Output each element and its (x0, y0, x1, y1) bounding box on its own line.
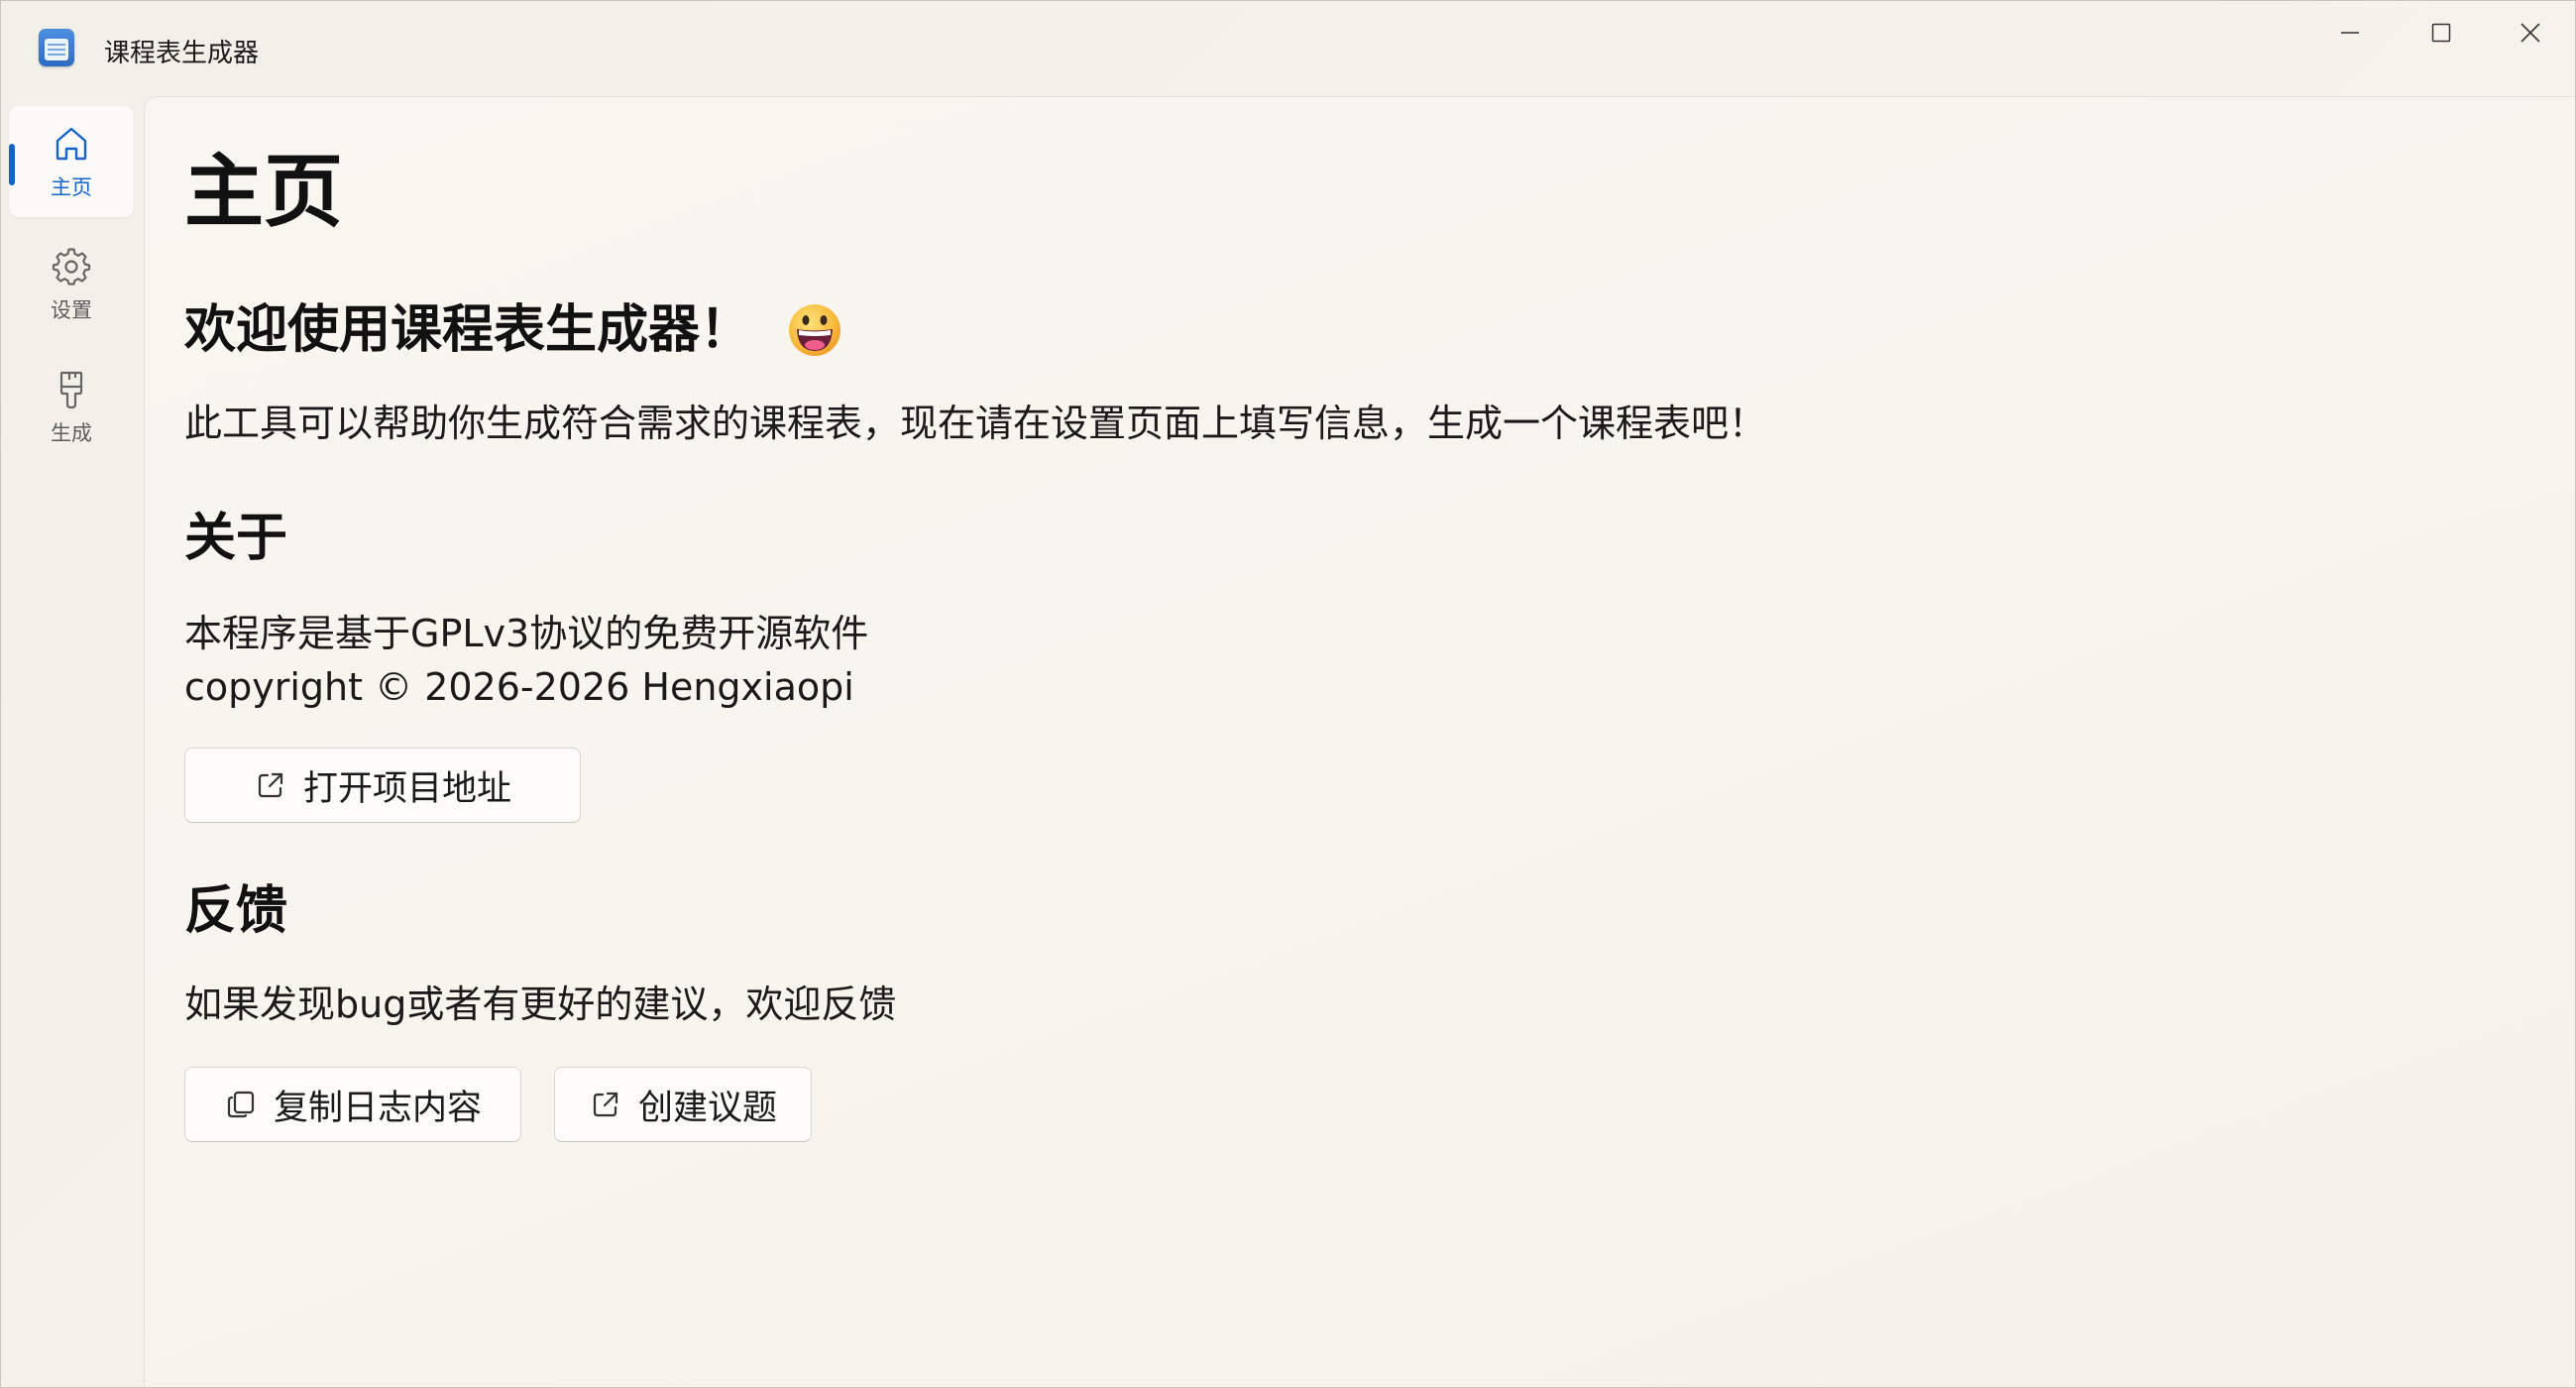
welcome-heading: 欢迎使用课程表生成器！ (184, 299, 842, 361)
close-icon (2520, 23, 2540, 43)
close-button[interactable] (2485, 1, 2575, 64)
brush-icon (59, 371, 83, 409)
page-title: 主页 (184, 146, 343, 238)
feedback-text: 如果发现bug或者有更好的建议，欢迎反馈 (184, 983, 897, 1026)
title-bar[interactable]: 课程表生成器 (1, 1, 2575, 96)
sidebar-nav: 主页 设置 生成 (1, 96, 144, 1387)
home-icon (56, 127, 87, 161)
copy-icon (227, 1091, 255, 1118)
grinning-face-icon (789, 304, 841, 357)
window-title: 课程表生成器 (104, 39, 260, 68)
welcome-heading-text: 欢迎使用课程表生成器！ (184, 300, 752, 360)
copyright-text: copyright © 2026-2026 Hengxiaopi (184, 665, 854, 709)
sidebar-item-home[interactable]: 主页 (9, 106, 134, 217)
minimize-icon (2341, 32, 2359, 34)
minimize-button[interactable] (2304, 1, 2396, 64)
sidebar-item-label: 设置 (51, 298, 92, 322)
active-indicator (9, 144, 15, 185)
sidebar-item-settings[interactable]: 设置 (9, 229, 134, 340)
create-issue-button[interactable]: 创建议题 (554, 1067, 812, 1142)
external-link-icon (258, 772, 283, 798)
license-text: 本程序是基于GPLv3协议的免费开源软件 (184, 612, 869, 655)
maximize-icon (2431, 23, 2451, 43)
copy-log-label: 复制日志内容 (273, 1088, 482, 1128)
open-repo-label: 打开项目地址 (302, 768, 511, 809)
main-content: 主页 欢迎使用课程表生成器！ 此工具可以帮助你生成符合需求的课程表，现在请在设置… (144, 96, 2575, 1387)
about-heading: 关于 (184, 509, 288, 568)
welcome-text: 此工具可以帮助你生成符合需求的课程表，现在请在设置页面上填写信息，生成一个课程表… (184, 402, 1767, 445)
feedback-heading: 反馈 (184, 881, 288, 941)
sidebar-item-generate[interactable]: 生成 (9, 352, 134, 463)
app-icon (39, 29, 74, 66)
open-repo-button[interactable]: 打开项目地址 (184, 748, 581, 823)
create-issue-label: 创建议题 (637, 1088, 777, 1128)
maximize-button[interactable] (2396, 1, 2487, 64)
app-window: 课程表生成器 主页 设置 生成 主页 欢迎使用课程表生成器！ 此工具可以帮助你生… (0, 0, 2576, 1388)
gear-icon (52, 248, 91, 286)
external-link-icon (593, 1092, 618, 1117)
sidebar-item-label: 主页 (51, 175, 92, 199)
copy-log-button[interactable]: 复制日志内容 (184, 1067, 521, 1142)
sidebar-item-label: 生成 (51, 421, 92, 445)
